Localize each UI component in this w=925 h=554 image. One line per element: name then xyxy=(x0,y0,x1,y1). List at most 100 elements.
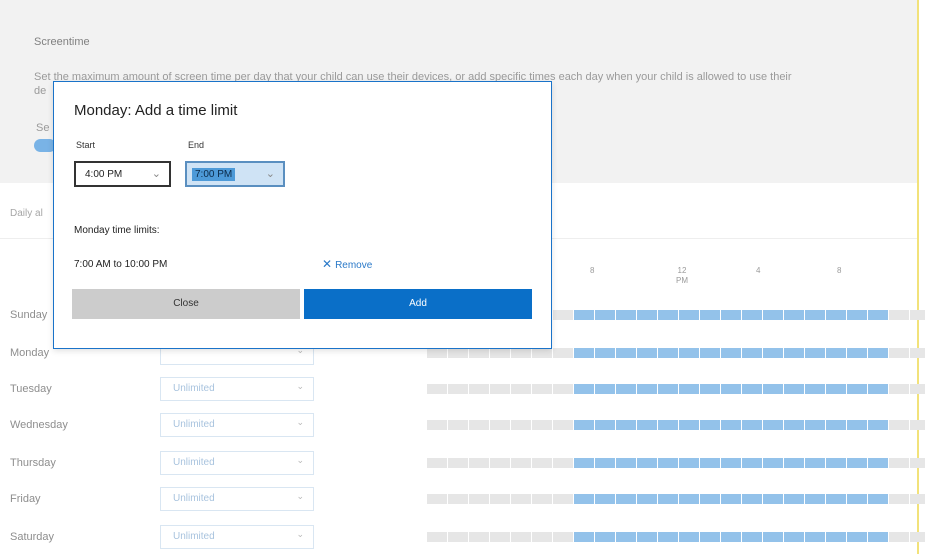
blocked-hour-block[interactable] xyxy=(532,458,552,468)
allowed-hour-block[interactable] xyxy=(847,348,867,358)
allowed-hour-block[interactable] xyxy=(784,458,804,468)
allowed-hour-block[interactable] xyxy=(742,532,762,542)
blocked-hour-block[interactable] xyxy=(490,532,510,542)
blocked-hour-block[interactable] xyxy=(490,348,510,358)
allowed-hour-block[interactable] xyxy=(616,348,636,358)
allowed-hour-block[interactable] xyxy=(574,494,594,504)
allowed-hour-block[interactable] xyxy=(679,532,699,542)
blocked-hour-block[interactable] xyxy=(490,494,510,504)
blocked-hour-block[interactable] xyxy=(532,494,552,504)
blocked-hour-block[interactable] xyxy=(910,384,925,394)
allowed-hour-block[interactable] xyxy=(637,310,657,320)
blocked-hour-block[interactable] xyxy=(448,420,468,430)
start-time-dropdown[interactable]: 4:00 PM ⌄ xyxy=(74,161,171,187)
allowed-hour-block[interactable] xyxy=(637,420,657,430)
blocked-hour-block[interactable] xyxy=(553,458,573,468)
timeline-row[interactable] xyxy=(427,494,925,504)
allowed-hour-block[interactable] xyxy=(805,420,825,430)
allowed-hour-block[interactable] xyxy=(616,384,636,394)
allowed-hour-block[interactable] xyxy=(805,458,825,468)
allowed-hour-block[interactable] xyxy=(742,384,762,394)
allowed-hour-block[interactable] xyxy=(826,458,846,468)
day-limit-dropdown[interactable]: Unlimited ⌄ xyxy=(160,413,314,437)
allowed-hour-block[interactable] xyxy=(658,310,678,320)
allowed-hour-block[interactable] xyxy=(847,494,867,504)
blocked-hour-block[interactable] xyxy=(553,420,573,430)
blocked-hour-block[interactable] xyxy=(889,420,909,430)
blocked-hour-block[interactable] xyxy=(427,384,447,394)
timeline-row[interactable] xyxy=(427,532,925,542)
blocked-hour-block[interactable] xyxy=(889,384,909,394)
blocked-hour-block[interactable] xyxy=(889,532,909,542)
blocked-hour-block[interactable] xyxy=(469,348,489,358)
blocked-hour-block[interactable] xyxy=(469,458,489,468)
allowed-hour-block[interactable] xyxy=(700,348,720,358)
allowed-hour-block[interactable] xyxy=(805,310,825,320)
allowed-hour-block[interactable] xyxy=(595,494,615,504)
allowed-hour-block[interactable] xyxy=(742,348,762,358)
allowed-hour-block[interactable] xyxy=(637,532,657,542)
allowed-hour-block[interactable] xyxy=(637,494,657,504)
blocked-hour-block[interactable] xyxy=(427,458,447,468)
allowed-hour-block[interactable] xyxy=(805,532,825,542)
allowed-hour-block[interactable] xyxy=(679,458,699,468)
allowed-hour-block[interactable] xyxy=(847,532,867,542)
allowed-hour-block[interactable] xyxy=(742,458,762,468)
allowed-hour-block[interactable] xyxy=(574,310,594,320)
allowed-hour-block[interactable] xyxy=(868,420,888,430)
allowed-hour-block[interactable] xyxy=(679,384,699,394)
allowed-hour-block[interactable] xyxy=(637,384,657,394)
blocked-hour-block[interactable] xyxy=(448,532,468,542)
allowed-hour-block[interactable] xyxy=(700,310,720,320)
allowed-hour-block[interactable] xyxy=(700,494,720,504)
timeline-row[interactable] xyxy=(427,348,925,358)
blocked-hour-block[interactable] xyxy=(553,494,573,504)
allowed-hour-block[interactable] xyxy=(721,348,741,358)
allowed-hour-block[interactable] xyxy=(721,310,741,320)
blocked-hour-block[interactable] xyxy=(427,420,447,430)
allowed-hour-block[interactable] xyxy=(784,310,804,320)
allowed-hour-block[interactable] xyxy=(658,384,678,394)
blocked-hour-block[interactable] xyxy=(553,384,573,394)
blocked-hour-block[interactable] xyxy=(889,348,909,358)
allowed-hour-block[interactable] xyxy=(847,310,867,320)
allowed-hour-block[interactable] xyxy=(826,384,846,394)
allowed-hour-block[interactable] xyxy=(763,348,783,358)
allowed-hour-block[interactable] xyxy=(868,348,888,358)
blocked-hour-block[interactable] xyxy=(448,458,468,468)
allowed-hour-block[interactable] xyxy=(784,532,804,542)
blocked-hour-block[interactable] xyxy=(910,310,925,320)
end-time-dropdown[interactable]: 7:00 PM ⌄ xyxy=(185,161,285,187)
blocked-hour-block[interactable] xyxy=(490,420,510,430)
allowed-hour-block[interactable] xyxy=(763,532,783,542)
allowed-hour-block[interactable] xyxy=(679,348,699,358)
allowed-hour-block[interactable] xyxy=(679,310,699,320)
allowed-hour-block[interactable] xyxy=(763,310,783,320)
blocked-hour-block[interactable] xyxy=(448,384,468,394)
blocked-hour-block[interactable] xyxy=(532,532,552,542)
allowed-hour-block[interactable] xyxy=(574,532,594,542)
allowed-hour-block[interactable] xyxy=(595,420,615,430)
allowed-hour-block[interactable] xyxy=(868,384,888,394)
allowed-hour-block[interactable] xyxy=(805,494,825,504)
blocked-hour-block[interactable] xyxy=(511,384,531,394)
blocked-hour-block[interactable] xyxy=(511,494,531,504)
blocked-hour-block[interactable] xyxy=(427,532,447,542)
allowed-hour-block[interactable] xyxy=(868,310,888,320)
allowed-hour-block[interactable] xyxy=(658,420,678,430)
blocked-hour-block[interactable] xyxy=(427,494,447,504)
blocked-hour-block[interactable] xyxy=(889,494,909,504)
timeline-row[interactable] xyxy=(427,420,925,430)
allowed-hour-block[interactable] xyxy=(721,494,741,504)
allowed-hour-block[interactable] xyxy=(763,494,783,504)
allowed-hour-block[interactable] xyxy=(595,384,615,394)
allowed-hour-block[interactable] xyxy=(658,458,678,468)
blocked-hour-block[interactable] xyxy=(910,420,925,430)
allowed-hour-block[interactable] xyxy=(868,458,888,468)
allowed-hour-block[interactable] xyxy=(784,384,804,394)
allowed-hour-block[interactable] xyxy=(784,494,804,504)
allowed-hour-block[interactable] xyxy=(721,458,741,468)
blocked-hour-block[interactable] xyxy=(553,348,573,358)
allowed-hour-block[interactable] xyxy=(679,494,699,504)
allowed-hour-block[interactable] xyxy=(742,310,762,320)
